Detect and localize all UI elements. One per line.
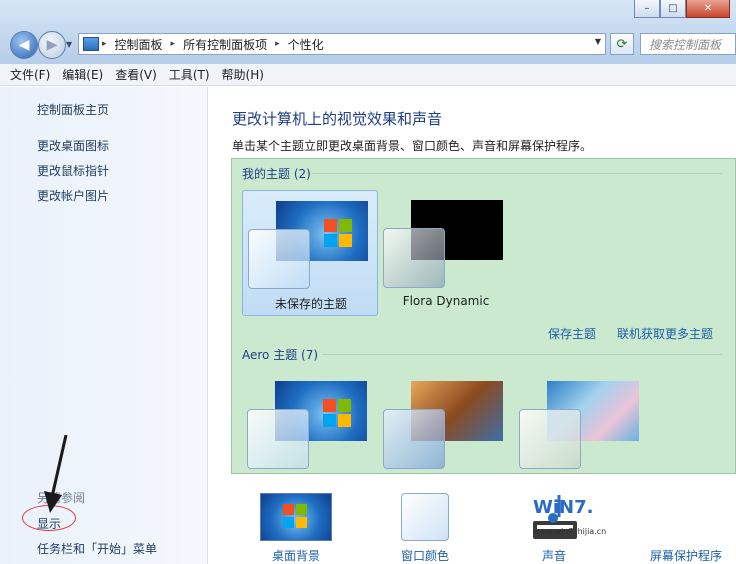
window-color-preview — [247, 409, 309, 469]
window-color-preview — [383, 409, 445, 469]
refresh-button[interactable]: ⟳ — [610, 33, 634, 55]
window-color-preview — [519, 409, 581, 469]
menu-file[interactable]: 文件(F) — [10, 66, 50, 83]
control-panel-icon — [83, 37, 99, 51]
aero-themes-heading: Aero 主题 (7) — [242, 348, 319, 362]
arrow-left-icon: ◀ — [18, 37, 30, 53]
control-panel-home-link[interactable]: 控制面板主页 — [37, 101, 109, 118]
change-desktop-icons-link[interactable]: 更改桌面图标 — [37, 137, 109, 154]
sound-link[interactable]: 声音 — [542, 547, 566, 564]
windows-logo-icon — [323, 399, 353, 429]
window-color-icon[interactable] — [401, 493, 449, 541]
desktop-background-link[interactable]: 桌面背景 — [272, 547, 320, 564]
window-color-preview — [383, 228, 445, 288]
divider — [312, 173, 722, 174]
page-title: 更改计算机上的视觉效果和声音 — [232, 110, 443, 128]
breadcrumb-all-items[interactable]: 所有控制面板项 — [183, 36, 267, 53]
maximize-button[interactable]: □ — [660, 0, 686, 18]
watermark-url: www.win7zhijia.cn — [533, 527, 607, 536]
window-buttons: – □ ✕ — [634, 0, 730, 18]
menu-tools[interactable]: 工具(T) — [169, 66, 210, 83]
minimize-button[interactable]: – — [634, 0, 660, 18]
windows-logo-icon — [283, 504, 309, 530]
back-button[interactable]: ◀ — [10, 31, 38, 59]
theme-tile-aero-windows[interactable] — [242, 371, 378, 497]
search-input[interactable]: 搜索控制面板 — [640, 33, 736, 55]
arrow-right-icon: ▶ — [46, 37, 58, 53]
breadcrumb-personalization[interactable]: 个性化 — [288, 36, 324, 53]
refresh-icon: ⟳ — [616, 36, 628, 52]
window-color-preview — [248, 229, 310, 289]
address-bar[interactable]: ▸ 控制面板 ▸ 所有控制面板项 ▸ 个性化 ▼ — [78, 33, 606, 55]
menu-view[interactable]: 查看(V) — [115, 66, 157, 83]
history-dropdown-icon[interactable]: ▼ — [66, 40, 72, 49]
address-dropdown-icon[interactable]: ▼ — [595, 37, 601, 46]
theme-name: Flora Dynamic — [402, 294, 490, 308]
menu-help[interactable]: 帮助(H) — [222, 66, 264, 83]
close-button[interactable]: ✕ — [686, 0, 730, 18]
main-pane: 更改计算机上的视觉效果和声音 单击某个主题立即更改桌面背景、窗口颜色、声音和屏幕… — [209, 87, 736, 564]
theme-tile-aero-nature[interactable] — [514, 371, 650, 497]
menu-bar: 文件(F) 编辑(E) 查看(V) 工具(T) 帮助(H) — [0, 64, 736, 86]
theme-name: 未保存的主题 — [274, 297, 347, 311]
theme-tile-unsaved[interactable]: 未保存的主题 — [242, 190, 378, 316]
left-pane: 控制面板主页 更改桌面图标 更改鼠标指针 更改帐户图片 另请参阅 显示 任务栏和… — [0, 87, 208, 564]
breadcrumb-separator-icon[interactable]: ▸ — [102, 39, 107, 49]
divider — [322, 354, 722, 355]
watermark-brand: WiN7. — [533, 497, 594, 518]
taskbar-start-menu-link[interactable]: 任务栏和「开始」菜单 — [37, 540, 157, 557]
menu-edit[interactable]: 编辑(E) — [62, 66, 103, 83]
desktop-background-icon[interactable] — [260, 493, 332, 541]
screen-saver-link[interactable]: 屏幕保护程序 — [650, 547, 722, 564]
save-theme-link[interactable]: 保存主题 — [548, 325, 596, 342]
breadcrumb-control-panel[interactable]: 控制面板 — [115, 36, 163, 53]
page-subtitle: 单击某个主题立即更改桌面背景、窗口颜色、声音和屏幕保护程序。 — [232, 139, 593, 153]
annotation-arrow-icon — [44, 435, 68, 513]
window-chrome: – □ ✕ ◀ ▶ ▼ ▸ 控制面板 ▸ 所有控制面板项 ▸ 个性化 ▼ ⟳ 搜… — [0, 0, 736, 64]
theme-tile-flora[interactable]: Flora Dynamic — [378, 190, 514, 316]
change-account-picture-link[interactable]: 更改帐户图片 — [37, 187, 109, 204]
theme-list: 我的主题 (2) 未保存的主题 Flora Dynamic 保存主题 联机获取更… — [231, 158, 736, 474]
get-more-themes-link[interactable]: 联机获取更多主题 — [617, 325, 713, 342]
breadcrumb-separator-icon[interactable]: ▸ — [171, 39, 176, 49]
change-mouse-pointers-link[interactable]: 更改鼠标指针 — [37, 162, 109, 179]
breadcrumb-separator-icon[interactable]: ▸ — [275, 39, 280, 49]
windows-logo-icon — [324, 219, 354, 249]
theme-tile-aero-architecture[interactable] — [378, 371, 514, 497]
my-themes-heading: 我的主题 (2) — [242, 167, 311, 181]
forward-button[interactable]: ▶ — [38, 31, 66, 59]
window-color-link[interactable]: 窗口颜色 — [401, 547, 449, 564]
watermark-logo: WiN7. www.win7zhijia.cn — [533, 497, 606, 539]
